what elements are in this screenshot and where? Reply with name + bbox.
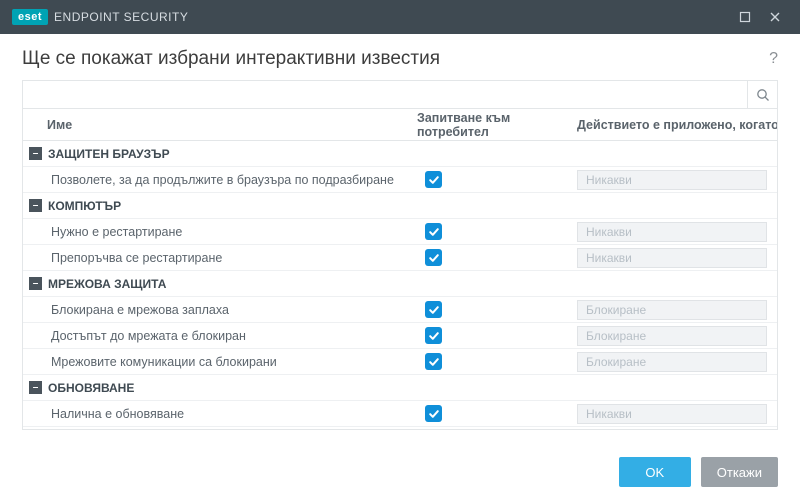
ask-user-checkbox[interactable] — [425, 171, 442, 188]
collapse-icon[interactable]: – — [29, 147, 42, 160]
cancel-button[interactable]: Откажи — [701, 457, 778, 487]
ask-user-checkbox[interactable] — [425, 223, 442, 240]
column-header-ask[interactable]: Запитване към потребител — [417, 111, 577, 139]
action-select[interactable]: Блокиране — [577, 352, 767, 372]
collapse-icon[interactable]: – — [29, 381, 42, 394]
collapse-icon[interactable]: – — [29, 277, 42, 290]
item-name: Нужно е рестартиране — [23, 225, 417, 239]
item-ask-cell — [417, 405, 577, 422]
item-ask-cell — [417, 223, 577, 240]
action-select[interactable]: Блокиране — [577, 326, 767, 346]
ok-button[interactable]: OK — [619, 457, 691, 487]
item-ask-cell — [417, 353, 577, 370]
titlebar: eset ENDPOINT SECURITY — [0, 0, 800, 34]
settings-panel: Име Запитване към потребител Действието … — [22, 80, 778, 430]
item-row: Позволете, за да продължите в браузъра п… — [23, 167, 777, 193]
brand-badge: eset — [12, 9, 48, 25]
item-name: Позволете, за да продължите в браузъра п… — [23, 173, 417, 187]
page-title: Ще се покажат избрани интерактивни извес… — [22, 48, 440, 70]
window-close-button[interactable] — [760, 5, 790, 29]
group-row[interactable]: –ОБНОВЯВАНЕ — [23, 375, 777, 401]
item-action-cell: Блокиране — [577, 300, 777, 320]
search-button[interactable] — [747, 81, 777, 108]
grid-body[interactable]: –ЗАЩИТЕН БРАУЗЪРПозволете, за да продълж… — [23, 141, 777, 429]
action-select[interactable]: Блокиране — [577, 300, 767, 320]
ask-user-checkbox[interactable] — [425, 301, 442, 318]
group-label: ЗАЩИТЕН БРАУЗЪР — [48, 147, 170, 161]
search-row — [23, 81, 777, 109]
item-action-cell: Никакви — [577, 248, 777, 268]
group-label: ОБНОВЯВАНЕ — [48, 381, 134, 395]
brand-product: ENDPOINT SECURITY — [54, 10, 188, 24]
item-row: Блокирана е мрежова заплаха Блокиране — [23, 297, 777, 323]
item-row: Препоръчва се рестартиране Никакви — [23, 245, 777, 271]
item-ask-cell — [417, 327, 577, 344]
item-row: Налична е обновяване Никакви — [23, 401, 777, 427]
group-label: КОМПЮТЪР — [48, 199, 121, 213]
brand: eset ENDPOINT SECURITY — [12, 9, 188, 25]
item-name: Препоръчва се рестартиране — [23, 251, 417, 265]
page-header: Ще се покажат избрани интерактивни извес… — [0, 34, 800, 80]
item-row: Мрежовите комуникации са блокирани Блокир… — [23, 349, 777, 375]
item-action-cell: Никакви — [577, 170, 777, 190]
ask-user-checkbox[interactable] — [425, 249, 442, 266]
column-header-name[interactable]: Име — [23, 118, 417, 132]
item-name: Достъпът до мрежата е блокиран — [23, 329, 417, 343]
action-select[interactable]: Никакви — [577, 404, 767, 424]
item-name: Мрежовите комуникации са блокирани — [23, 355, 417, 369]
item-ask-cell — [417, 171, 577, 188]
item-action-cell: Никакви — [577, 222, 777, 242]
item-action-cell: Никакви — [577, 404, 777, 424]
item-row: Нужно е рестартиране Никакви — [23, 219, 777, 245]
ask-user-checkbox[interactable] — [425, 353, 442, 370]
group-label: МРЕЖОВА ЗАЩИТА — [48, 277, 166, 291]
search-input[interactable] — [23, 81, 747, 108]
collapse-icon[interactable]: – — [29, 199, 42, 212]
group-row[interactable]: –МРЕЖОВА ЗАЩИТА — [23, 271, 777, 297]
ask-user-checkbox[interactable] — [425, 405, 442, 422]
footer: OK Откажи — [0, 444, 800, 500]
action-select[interactable]: Никакви — [577, 248, 767, 268]
item-ask-cell — [417, 301, 577, 318]
item-name: Блокирана е мрежова заплаха — [23, 303, 417, 317]
item-ask-cell — [417, 249, 577, 266]
help-icon[interactable]: ? — [769, 50, 778, 68]
group-row[interactable]: –КОМПЮТЪР — [23, 193, 777, 219]
column-header-action[interactable]: Действието е приложено, когато н — [577, 118, 777, 132]
action-select[interactable]: Никакви — [577, 222, 767, 242]
item-row: Достъпът до мрежата е блокиран Блокиране — [23, 323, 777, 349]
group-row[interactable]: –ЗАЩИТЕН БРАУЗЪР — [23, 141, 777, 167]
grid-header: Име Запитване към потребител Действието … — [23, 109, 777, 141]
item-name: Налична е обновяване — [23, 407, 417, 421]
window-minimize-button[interactable] — [730, 5, 760, 29]
item-action-cell: Блокиране — [577, 352, 777, 372]
action-select[interactable]: Никакви — [577, 170, 767, 190]
item-action-cell: Блокиране — [577, 326, 777, 346]
ask-user-checkbox[interactable] — [425, 327, 442, 344]
